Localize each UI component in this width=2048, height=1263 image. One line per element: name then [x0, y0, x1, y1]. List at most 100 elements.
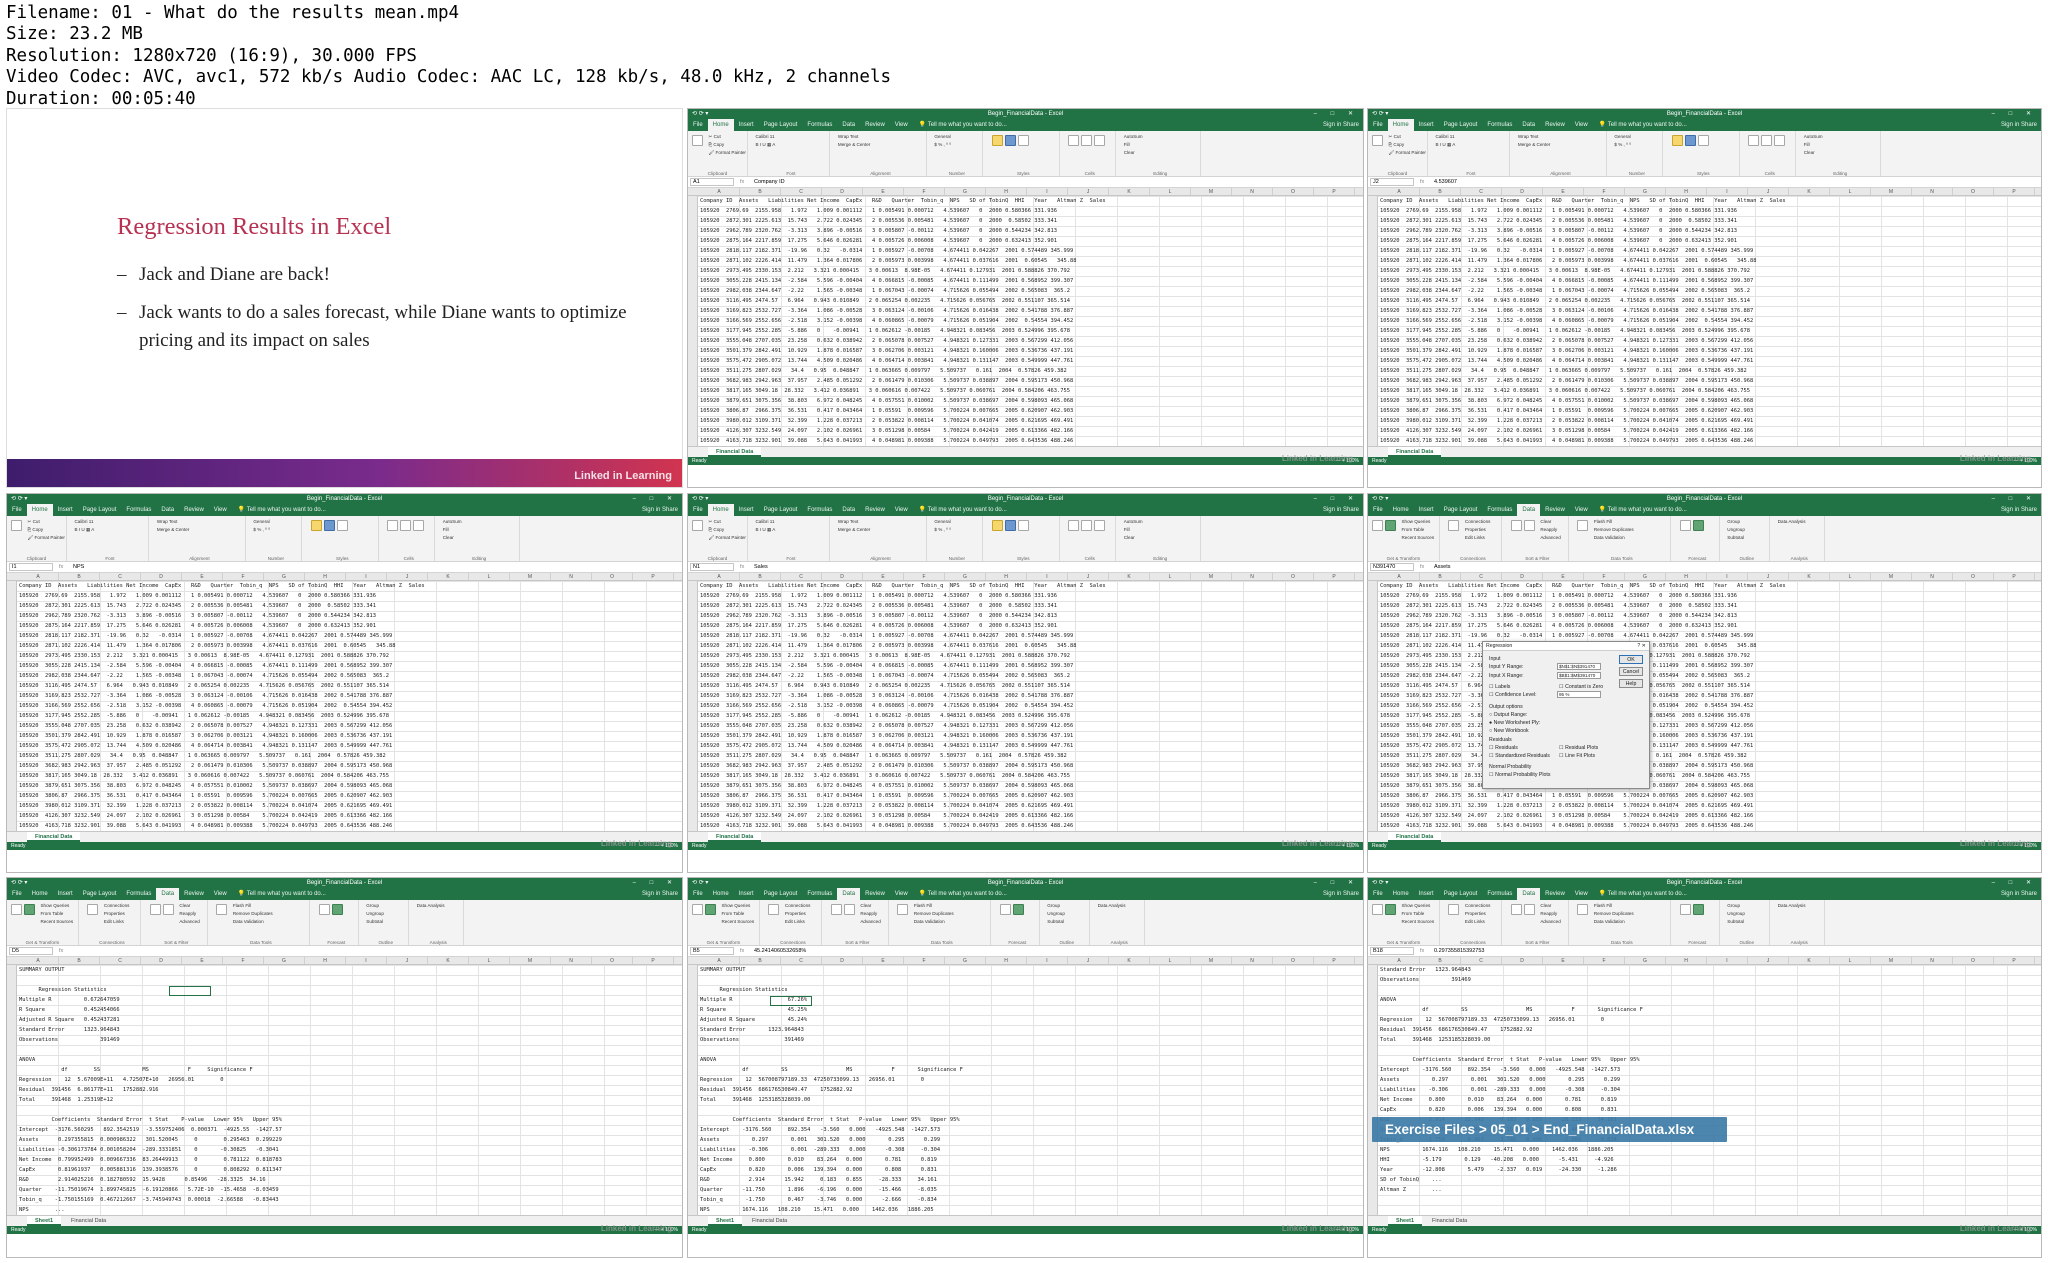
table-row[interactable]: 105920 3575.472 2905.072 13.744 4.509 0.…: [19, 741, 680, 751]
tab-formulas[interactable]: Formulas: [1482, 888, 1517, 900]
connections-button[interactable]: Connections: [785, 902, 811, 910]
column-header[interactable]: A: [1379, 188, 1420, 195]
paste-icon[interactable]: [1372, 135, 1383, 146]
summary-row[interactable]: Regression 12 567008797189.33 4725073309…: [700, 1075, 1361, 1085]
what-if-icon[interactable]: [999, 904, 1011, 915]
column-header[interactable]: D: [822, 957, 863, 964]
column-header[interactable]: E: [863, 957, 904, 964]
tab-insert[interactable]: Insert: [734, 119, 759, 131]
tab-file[interactable]: File: [1368, 119, 1388, 131]
tab-data[interactable]: Data: [837, 119, 860, 131]
table-row[interactable]: 105920 2769.69 2155.958 1.972 1.009 0.00…: [1380, 206, 2039, 216]
tab-page-layout[interactable]: Page Layout: [759, 119, 803, 131]
column-header[interactable]: J: [1068, 188, 1109, 195]
name-box[interactable]: D5: [9, 947, 53, 955]
tab-home[interactable]: Home: [26, 504, 53, 516]
tab-page-layout[interactable]: Page Layout: [759, 504, 803, 516]
window-controls[interactable]: – □ ✕: [633, 494, 678, 504]
cell-contents[interactable]: Company ID Assets Liabilities Net Income…: [1380, 196, 2039, 446]
column-header[interactable]: N: [551, 957, 592, 964]
column-header[interactable]: N: [1912, 573, 1953, 580]
summary-row[interactable]: HHI -5.179 0.129 -40.208 0.000 -5.431 -4…: [1380, 1155, 2039, 1165]
row-headers[interactable]: [1368, 965, 1378, 1215]
tell-me-box[interactable]: 💡 Tell me what you want to do...: [1593, 121, 1687, 128]
column-header[interactable]: F: [1584, 573, 1625, 580]
tab-view[interactable]: View: [890, 888, 913, 900]
table-row[interactable]: 105920 3555.048 2707.035 23.258 0.632 0.…: [700, 336, 1361, 346]
column-header[interactable]: Q: [1355, 188, 1363, 195]
number-format-icons[interactable]: $ % , ⁰ ⁰: [934, 526, 979, 534]
summary-row[interactable]: CapEx 0.820 0.006 139.394 0.000 0.808 0.…: [1380, 1105, 2039, 1115]
refresh-all-icon[interactable]: [87, 904, 99, 915]
column-header[interactable]: B: [740, 573, 781, 580]
advanced-button[interactable]: Advanced: [860, 918, 880, 926]
summary-row[interactable]: Net Income 0.799952499 0.009667336 83.26…: [19, 1155, 680, 1165]
table-row[interactable]: 105920 2769.69 2155.958 1.972 1.009 0.00…: [700, 591, 1361, 601]
summary-row[interactable]: [19, 1045, 680, 1055]
autosum-button[interactable]: AutoSum: [1124, 518, 1197, 526]
data-analysis-button[interactable]: Data Analysis: [1778, 518, 1821, 526]
table-row[interactable]: 105920 4126.307 3232.549 24.097 2.102 0.…: [700, 426, 1361, 436]
tab-home[interactable]: Home: [707, 119, 734, 131]
number-format-icons[interactable]: $ % , ⁰ ⁰: [253, 526, 298, 534]
table-row[interactable]: 105920 2982.038 2344.647 -2.22 1.565 -0.…: [1380, 671, 2039, 681]
name-box[interactable]: B18: [1370, 947, 1414, 955]
delete-cells-icon[interactable]: [1081, 135, 1093, 146]
table-row[interactable]: 105920 3501.379 2842.491 10.929 1.878 0.…: [19, 731, 680, 741]
table-row[interactable]: 105920 2962.789 2320.762 -3.313 3.896 -0…: [19, 611, 680, 621]
column-header[interactable]: D: [1502, 573, 1543, 580]
table-row[interactable]: 105920 4126.307 3232.549 24.097 2.102 0.…: [700, 811, 1361, 821]
column-header[interactable]: Q: [1355, 957, 1363, 964]
column-header[interactable]: G: [1625, 573, 1666, 580]
merge-center-button[interactable]: Merge & Center: [1518, 141, 1603, 149]
row-headers[interactable]: [688, 581, 698, 831]
table-row[interactable]: 105920 2875.164 2217.859 17.275 5.646 0.…: [700, 236, 1361, 246]
column-header[interactable]: D: [822, 188, 863, 195]
table-row[interactable]: 105920 3806.87 2966.375 36.531 0.417 0.0…: [700, 406, 1361, 416]
table-row[interactable]: 105920 3116.495 2474.57 6.964 0.943 0.01…: [700, 296, 1361, 306]
table-row[interactable]: 105920 3177.945 2552.285 -5.886 0 -0.009…: [1380, 326, 2039, 336]
number-format-icons[interactable]: $ % , ⁰ ⁰: [934, 141, 979, 149]
summary-row[interactable]: Observations 391469: [1380, 975, 2039, 985]
cut-button[interactable]: ✂ Cut: [708, 133, 746, 141]
column-header[interactable]: D: [141, 957, 182, 964]
summary-row[interactable]: Residual 391456 686176530849.47 1752882.…: [1380, 1025, 2039, 1035]
column-header[interactable]: B: [59, 573, 100, 580]
properties-button[interactable]: Properties: [785, 910, 811, 918]
font-name-select[interactable]: Calibri: [1435, 134, 1448, 139]
clear-filter-button[interactable]: Clear: [179, 902, 199, 910]
column-header[interactable]: N: [1912, 957, 1953, 964]
text-to-columns-icon[interactable]: [897, 904, 909, 915]
table-row[interactable]: 105920 3116.495 2474.57 6.964 0.943 0.01…: [1380, 681, 2039, 691]
summary-row[interactable]: ANOVA: [19, 1055, 680, 1065]
what-if-icon[interactable]: [1679, 520, 1691, 531]
column-header[interactable]: F: [223, 573, 264, 580]
cell-contents[interactable]: Company ID Assets Liabilities Net Income…: [700, 581, 1361, 831]
bold-italic-icons[interactable]: B I U ▦ A: [755, 526, 826, 534]
table-row[interactable]: 105920 2872.301 2225.613 15.743 2.722 0.…: [19, 601, 680, 611]
tab-review[interactable]: Review: [860, 119, 890, 131]
sort-icon[interactable]: [1510, 520, 1522, 531]
summary-row[interactable]: [19, 1105, 680, 1115]
summary-row[interactable]: [1380, 985, 2039, 995]
table-row[interactable]: 105920 4163.718 3232.901 39.088 5.643 0.…: [1380, 436, 2039, 446]
edit-links-button[interactable]: Edit Links: [785, 918, 811, 926]
summary-row[interactable]: [1380, 1045, 2039, 1055]
summary-row[interactable]: Intercept -3176.560 892.354 -3.560 0.000…: [700, 1125, 1361, 1135]
sign-in-share[interactable]: Sign in Share: [2001, 504, 2037, 516]
properties-button[interactable]: Properties: [104, 910, 130, 918]
new-query-icon[interactable]: [1385, 904, 1396, 915]
close-icon[interactable]: ? ✕: [1637, 643, 1646, 649]
format-cells-icon[interactable]: [413, 520, 425, 531]
column-header[interactable]: D: [1502, 188, 1543, 195]
selected-cell[interactable]: [169, 986, 211, 996]
tab-review[interactable]: Review: [179, 888, 209, 900]
column-headers[interactable]: ABCDEFGHIJKLMNOPQRS: [1368, 188, 2041, 196]
table-row[interactable]: 105920 2875.164 2217.859 17.275 5.646 0.…: [19, 621, 680, 631]
column-header[interactable]: L: [1150, 573, 1191, 580]
refresh-all-icon[interactable]: [768, 904, 780, 915]
summary-row[interactable]: NPS ...: [19, 1205, 680, 1215]
column-header[interactable]: I: [1027, 573, 1068, 580]
cell-contents[interactable]: Company ID Assets Liabilities Net Income…: [19, 581, 680, 831]
column-header[interactable]: H: [1666, 573, 1707, 580]
